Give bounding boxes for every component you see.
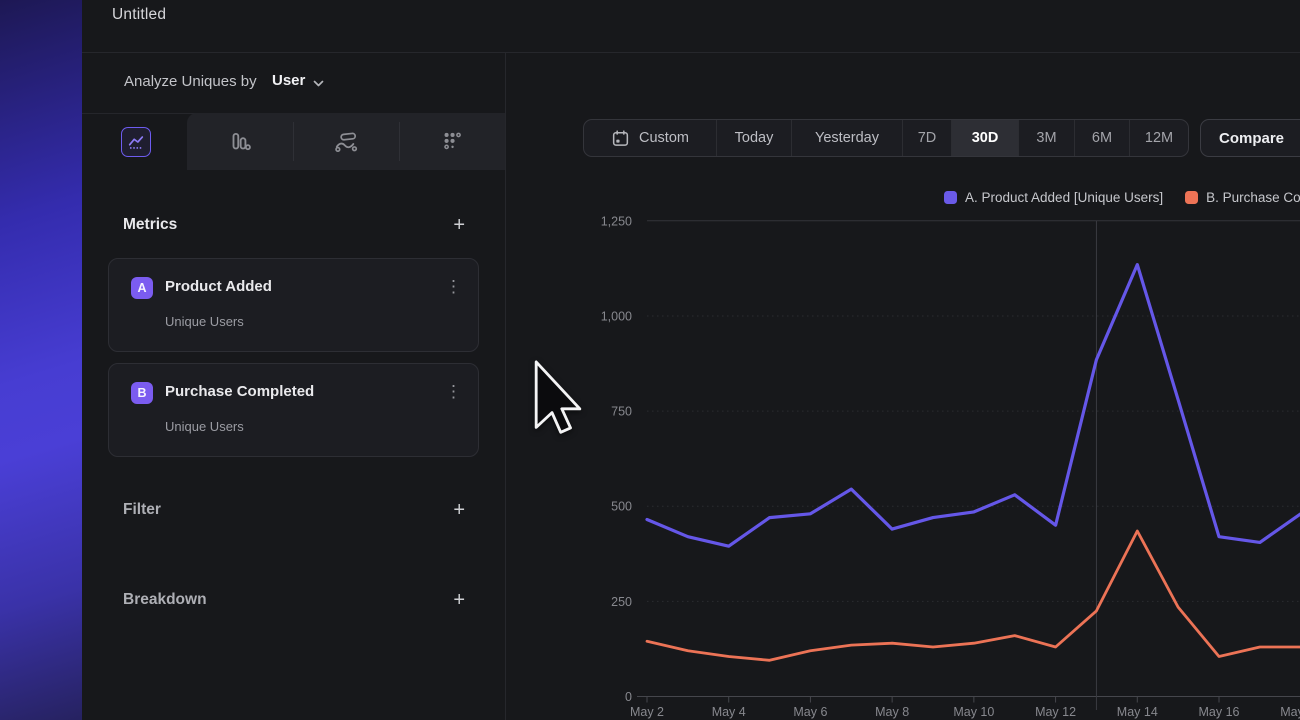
range-button-30d[interactable]: 30D — [952, 120, 1019, 156]
app-header — [82, 0, 1300, 53]
add-metric-button[interactable]: + — [453, 216, 465, 234]
retention-grid-icon — [439, 129, 465, 155]
range-button-12m[interactable]: 12M — [1130, 120, 1188, 156]
metric-subtitle[interactable]: Unique Users — [165, 314, 244, 329]
metric-badge-a: A — [131, 277, 153, 299]
range-button-today[interactable]: Today — [717, 120, 792, 156]
chart-legend: A. Product Added [Unique Users] B. Purch… — [944, 190, 1300, 205]
metrics-header: Metrics + — [123, 216, 465, 234]
range-button-yesterday[interactable]: Yesterday — [792, 120, 903, 156]
metrics-title: Metrics — [123, 216, 177, 234]
tab-line-chart-selected[interactable] — [121, 127, 151, 157]
compare-button[interactable]: Compare — [1200, 119, 1300, 157]
add-filter-button[interactable]: + — [453, 501, 465, 519]
flow-icon — [333, 129, 359, 155]
legend-item-a[interactable]: A. Product Added [Unique Users] — [944, 190, 1163, 205]
metric-card-a[interactable]: A Product Added Unique Users ⋮ — [108, 258, 479, 352]
view-tabs-panel — [187, 113, 505, 170]
legend-label: A. Product Added [Unique Users] — [965, 190, 1163, 205]
line-chart-icon — [127, 133, 145, 151]
legend-item-b[interactable]: B. Purchase Completed [Unique Users] — [1185, 190, 1300, 205]
report-title[interactable]: Untitled — [112, 6, 166, 24]
metric-subtitle[interactable]: Unique Users — [165, 419, 244, 434]
range-button-7d[interactable]: 7D — [903, 120, 952, 156]
range-button-6m[interactable]: 6M — [1075, 120, 1130, 156]
legend-swatch-purple — [944, 191, 957, 204]
mouse-cursor — [534, 360, 582, 438]
kebab-menu-icon[interactable]: ⋮ — [445, 277, 462, 297]
tab-flow[interactable] — [293, 113, 399, 170]
range-button-custom[interactable]: Custom — [584, 120, 717, 156]
analyze-label: Analyze Uniques by — [124, 73, 257, 90]
calendar-icon — [611, 129, 630, 148]
kebab-menu-icon[interactable]: ⋮ — [445, 382, 462, 402]
gradient-strip — [0, 0, 82, 720]
filter-title: Filter — [123, 501, 161, 519]
add-breakdown-button[interactable]: + — [453, 591, 465, 609]
metric-card-b[interactable]: B Purchase Completed Unique Users ⋮ — [108, 363, 479, 457]
range-button-3m[interactable]: 3M — [1019, 120, 1075, 156]
date-range-group: CustomTodayYesterday7D30D3M6M12M — [583, 119, 1189, 157]
sidebar: Analyze Uniques by User — [82, 52, 506, 720]
metric-badge-b: B — [131, 382, 153, 404]
filter-header: Filter + — [123, 501, 465, 519]
analyze-row: Analyze Uniques by User — [82, 52, 505, 114]
tab-retention[interactable] — [399, 113, 505, 170]
chevron-down-icon[interactable] — [313, 80, 324, 88]
analyze-by-dropdown[interactable]: User — [272, 72, 305, 89]
metric-title: Product Added — [165, 278, 272, 295]
legend-swatch-orange — [1185, 191, 1198, 204]
breakdown-title: Breakdown — [123, 591, 207, 609]
breakdown-header: Breakdown + — [123, 591, 465, 609]
tab-bar-chart[interactable] — [187, 113, 293, 170]
metric-title: Purchase Completed — [165, 383, 314, 400]
bar-chart-icon — [227, 129, 253, 155]
view-tabs — [82, 113, 505, 170]
legend-label: B. Purchase Completed [Unique Users] — [1206, 190, 1300, 205]
